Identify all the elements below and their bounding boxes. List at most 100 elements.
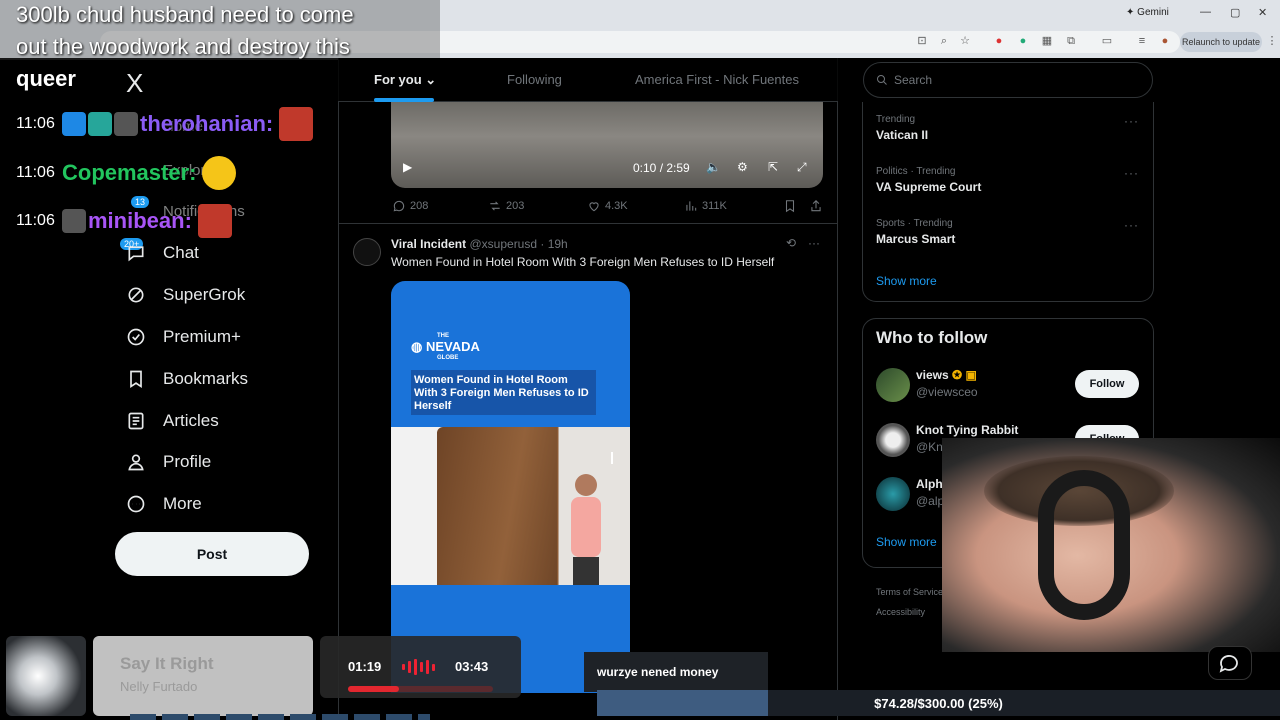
views-icon [686, 201, 697, 211]
search-input[interactable]: Search [863, 62, 1153, 98]
avatar-icon[interactable]: ● [1158, 34, 1172, 48]
footer-links: Terms of Service Accessibility [876, 582, 943, 622]
nav-bookmarks[interactable]: Bookmarks [124, 362, 248, 396]
article-icon [124, 409, 148, 433]
nav-label: More [163, 494, 202, 513]
trend-item[interactable]: Politics · Trending VA Supreme Court [876, 166, 981, 194]
tweet-time: · 19h [540, 237, 568, 251]
like-button[interactable]: 4.3K [587, 199, 628, 213]
chat-time: 11:06 [16, 115, 55, 132]
chat-entry: 11:06 therohanian: [16, 106, 315, 142]
views-button[interactable]: 311K [684, 199, 727, 213]
search-icon [877, 75, 887, 85]
tab-label: For you [374, 72, 422, 87]
star-icon[interactable]: ☆ [958, 34, 972, 48]
maximize-button[interactable]: ▢ [1230, 6, 1240, 19]
donation-message: wurzye nened money [584, 652, 768, 692]
x-logo-icon[interactable]: X [126, 68, 143, 99]
follow-name: views [916, 368, 949, 382]
nav-premium[interactable]: Premium+ [124, 320, 241, 354]
more-options-icon[interactable]: ··· [1124, 218, 1139, 232]
menu-icon[interactable]: ⋮ [1265, 34, 1279, 48]
zoom-icon[interactable]: ⌕ [937, 34, 951, 48]
nav-label: Premium+ [163, 327, 241, 346]
repost-button[interactable]: 203 [488, 199, 524, 213]
show-more-follow-link[interactable]: Show more [876, 535, 937, 549]
share-icon [811, 200, 821, 212]
more-icon [124, 492, 148, 516]
who-to-follow-title: Who to follow [876, 328, 988, 347]
audio-wave-icon [402, 659, 440, 675]
avatar[interactable] [353, 238, 381, 266]
terms-link[interactable]: Terms of Service [876, 582, 943, 602]
tweet-author-name[interactable]: Viral Incident [391, 237, 466, 251]
install-icon[interactable]: ⊡ [915, 34, 929, 48]
chevron-down-icon: ⌄ [425, 72, 437, 87]
bookmark-icon [785, 200, 795, 213]
avatar[interactable] [876, 368, 910, 402]
views-count: 311K [702, 200, 727, 212]
extension-icon[interactable]: ▦ [1040, 34, 1054, 48]
show-more-trends-link[interactable]: Show more [876, 274, 937, 288]
reply-button[interactable]: 208 [392, 199, 428, 213]
media-photo-door [437, 427, 557, 585]
gemini-label: Gemini [1137, 7, 1169, 18]
song-artist: Nelly Furtado [120, 679, 198, 694]
emote-icon [114, 112, 138, 136]
tab-following[interactable]: Following [507, 72, 562, 87]
grok-chat-button[interactable] [1208, 646, 1252, 680]
reading-list-icon[interactable]: ≡ [1135, 34, 1149, 48]
media-logo-sub: GLOBE [437, 355, 459, 361]
bookmark-button[interactable] [783, 199, 801, 213]
playback-total-time: 03:43 [455, 659, 489, 674]
nav-more[interactable]: More [124, 487, 202, 521]
fullscreen-icon[interactable]: ⤢ [797, 160, 807, 175]
tweet-handle[interactable]: @xsuperusd [469, 237, 537, 251]
trend-name: VA Supreme Court [876, 180, 982, 194]
extension-icon[interactable]: ● [1016, 34, 1030, 48]
minimize-button[interactable]: — [1200, 6, 1211, 18]
playback-current-time: 01:19 [348, 659, 382, 674]
settings-icon[interactable]: ⚙ [737, 160, 748, 174]
follow-button[interactable]: Follow [1075, 370, 1139, 398]
follow-handle: @viewsceo [916, 385, 978, 399]
avatar[interactable] [876, 477, 910, 511]
play-icon[interactable]: ▶ [403, 160, 412, 174]
extensions-puzzle-icon[interactable]: ⧉ [1064, 34, 1078, 48]
nav-articles[interactable]: Articles [124, 404, 219, 438]
extension-icon[interactable]: ● [992, 34, 1006, 48]
nav-supergrok[interactable]: SuperGrok [124, 278, 245, 312]
more-options-icon[interactable]: ··· [808, 236, 820, 250]
trend-item[interactable]: Sports · Trending Marcus Smart [876, 218, 955, 246]
more-options-icon[interactable]: ··· [1124, 166, 1139, 180]
share-button[interactable] [809, 199, 827, 213]
nav-chat[interactable]: Chat [124, 236, 199, 270]
donation-goal-text: $74.28/$300.00 (25%) [874, 695, 1003, 711]
profile-icon [124, 450, 148, 474]
trend-item[interactable]: Trending Vatican II [876, 114, 928, 142]
chat-message-line: queer [16, 66, 76, 91]
video-player[interactable] [391, 102, 823, 188]
verified-icon [124, 325, 148, 349]
tab-america-first[interactable]: America First - Nick Fuentes [635, 72, 799, 87]
more-options-icon[interactable]: ··· [1124, 114, 1139, 128]
relaunch-button[interactable]: Relaunch to update [1180, 32, 1262, 52]
sidepanel-icon[interactable]: ▭ [1100, 34, 1114, 48]
tweet-media[interactable]: THE ◍ NEVADA GLOBE Women Found in Hotel … [391, 281, 630, 693]
close-window-button[interactable]: ✕ [1258, 6, 1267, 19]
volume-icon[interactable]: 🔈 [706, 160, 721, 174]
accessibility-link[interactable]: Accessibility [876, 602, 943, 622]
emote-icon [279, 107, 314, 141]
grok-icon[interactable]: ⟲ [786, 236, 796, 250]
gemini-button[interactable]: ✦ Gemini [1126, 7, 1169, 18]
pip-icon[interactable]: ⇱ [768, 160, 778, 174]
nav-label: SuperGrok [163, 285, 246, 304]
globe-icon: ◍ [411, 339, 423, 354]
post-button[interactable]: Post [115, 532, 309, 576]
nav-profile[interactable]: Profile [124, 445, 211, 479]
repost-count: 203 [506, 200, 525, 212]
avatar[interactable] [876, 423, 910, 457]
chat-username: Copemaster: [62, 160, 197, 185]
affiliate-badge-icon: ▣ [965, 368, 977, 382]
tab-for-you[interactable]: For you ⌄ [374, 72, 436, 88]
